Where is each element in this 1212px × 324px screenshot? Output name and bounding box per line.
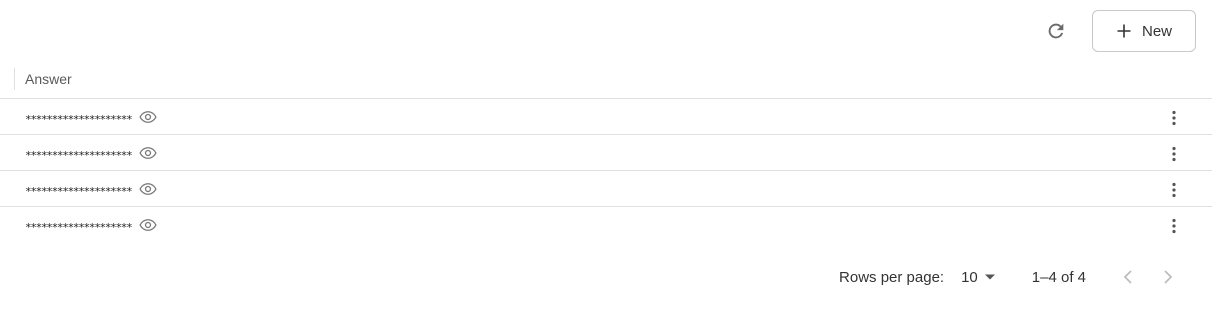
answer-cell: ******************** [0,144,158,162]
row-actions-button[interactable] [1162,143,1186,165]
refresh-button[interactable] [1036,11,1076,51]
column-header-answer[interactable]: Answer [0,71,72,87]
eye-icon [139,146,158,159]
more-vert-icon [1172,146,1176,162]
chevron-left-icon [1123,270,1132,284]
rows-per-page-value: 10 [961,268,978,286]
new-button-label: New [1141,22,1172,40]
show-answer-button[interactable] [139,108,158,126]
more-vert-icon [1172,182,1176,198]
pagination-range: 1–4 of 4 [1031,268,1086,286]
rows-per-page-select[interactable]: 10 [961,269,996,286]
pagination: Rows per page: 10 1–4 of 4 [839,262,1188,292]
column-divider[interactable] [14,68,15,90]
table-row[interactable]: ******************** [0,207,1212,243]
next-page-button[interactable] [1148,262,1188,292]
masked-answer: ******************** [25,112,133,126]
show-answer-button[interactable] [139,216,158,234]
caret-down-icon [984,274,995,280]
eye-icon [139,219,158,231]
table-row[interactable]: ******************** [0,171,1212,207]
answers-table: Answer ******************** ************… [0,60,1212,243]
masked-answer: ******************** [25,184,133,198]
previous-page-button[interactable] [1108,262,1148,292]
answer-cell: ******************** [0,108,158,126]
row-actions-button[interactable] [1162,179,1186,201]
refresh-icon [1048,23,1064,39]
more-vert-icon [1172,218,1176,234]
more-vert-icon [1172,110,1176,126]
answer-cell: ******************** [0,216,158,234]
new-button[interactable]: New [1092,10,1196,52]
rows-per-page-label: Rows per page: [839,268,945,286]
plus-icon [1117,24,1131,38]
show-answer-button[interactable] [139,144,158,162]
row-actions-button[interactable] [1162,215,1186,237]
masked-answer: ******************** [25,221,133,234]
chevron-right-icon [1164,270,1173,284]
table-header: Answer [0,60,1212,99]
eye-icon [139,110,158,123]
answer-cell: ******************** [0,180,158,198]
show-answer-button[interactable] [139,180,158,198]
masked-answer: ******************** [25,148,133,162]
eye-icon [139,182,158,195]
table-row[interactable]: ******************** [0,135,1212,171]
toolbar: New [1036,10,1196,52]
table-row[interactable]: ******************** [0,99,1212,135]
row-actions-button[interactable] [1162,107,1186,129]
